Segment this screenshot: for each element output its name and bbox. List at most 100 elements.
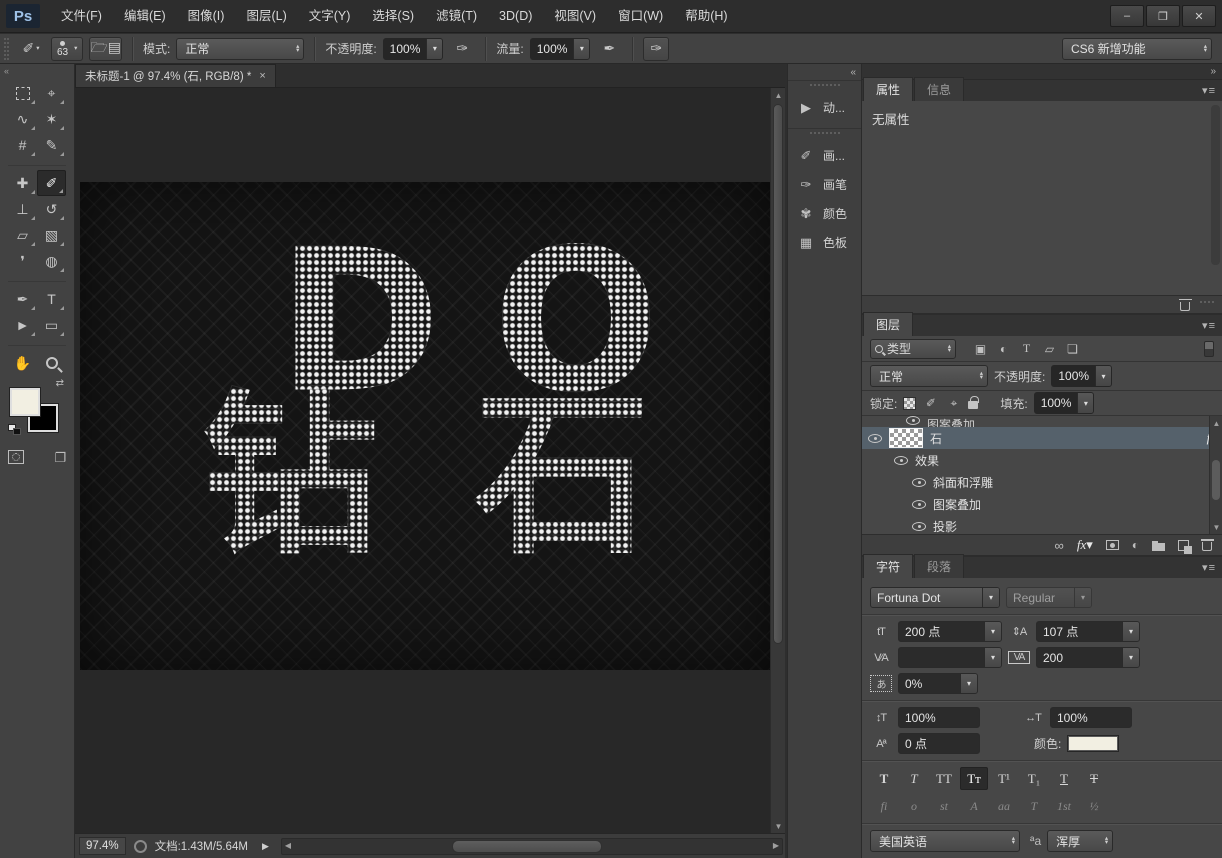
visibility-eye-icon[interactable] [912,522,926,531]
move-tool[interactable]: ⌖ [37,80,66,106]
filter-shape-layers-icon[interactable]: ▱ [1041,342,1058,356]
character-panel-menu-icon[interactable]: ▾≡ [1202,561,1216,574]
layer-effect-row-clipped[interactable]: 图案叠加 [862,416,1222,427]
menu-window[interactable]: 窗口(W) [607,0,674,33]
contextual-alternates-button[interactable]: o [900,796,928,817]
color-panel-button[interactable]: ✾ 颜色 [788,199,861,228]
airbrush-icon[interactable]: ✒ [596,37,622,61]
layer-opacity-field[interactable]: 100%▾ [1051,365,1112,387]
tsume-field[interactable]: 0%▾ [898,673,978,694]
layers-scrollbar[interactable]: ▲ ▼ [1209,416,1222,534]
lock-position-icon[interactable]: ⌖ [945,396,962,411]
effect-row-bevel[interactable]: 斜面和浮雕 [862,471,1222,493]
shape-tool[interactable]: ▭ [37,312,66,338]
menu-image[interactable]: 图像(I) [177,0,236,33]
default-colors-icon[interactable] [8,424,22,436]
dock-grip[interactable] [810,132,840,139]
horizontal-scrollbar[interactable]: ◀ ▶ [281,838,783,855]
font-family-select[interactable]: Fortuna Dot▾ [870,587,1000,608]
tab-info[interactable]: 信息 [914,77,964,101]
spot-healing-brush-tool[interactable]: ✚ [8,170,37,196]
menu-view[interactable]: 视图(V) [543,0,607,33]
stylistic-alternates-button[interactable]: aa [990,796,1018,817]
menu-filter[interactable]: 滤镜(T) [425,0,488,33]
scroll-left-arrow[interactable]: ◀ [285,841,291,850]
swap-colors-icon[interactable]: ⇄ [56,378,64,389]
delete-icon[interactable] [1180,302,1190,311]
tracking-field[interactable]: 200▾ [1036,647,1140,668]
font-size-field[interactable]: 200 点▾ [898,621,1002,642]
brush-tool[interactable]: ✐ [37,170,66,196]
vertical-scrollbar[interactable]: ▲ ▼ [770,88,785,833]
horizontal-scale-field[interactable]: 100% [1050,707,1132,728]
visibility-eye-icon[interactable] [894,456,908,465]
minimize-button[interactable]: – [1110,5,1144,27]
visibility-eye-icon[interactable] [912,500,926,509]
flow-field[interactable]: 100%▾ [530,38,591,60]
rectangular-marquee-tool[interactable] [8,80,37,106]
effects-header-row[interactable]: 效果 [862,449,1222,471]
menu-help[interactable]: 帮助(H) [674,0,738,33]
vertical-scroll-thumb[interactable] [773,104,783,644]
status-popup-arrow[interactable]: ▶ [258,841,273,852]
opacity-pressure-icon[interactable]: ✑ [449,37,475,61]
menu-type[interactable]: 文字(Y) [298,0,362,33]
restore-button[interactable]: ❐ [1146,5,1180,27]
panel-menu-icon[interactable]: ▾≡ [1202,84,1216,97]
discretionary-ligatures-button[interactable]: st [930,796,958,817]
dock-collapse-button[interactable]: « [788,64,861,80]
dock-grip[interactable] [810,84,840,91]
swatches-panel-button[interactable]: ▦ 色板 [788,228,861,257]
filter-smart-objects-icon[interactable]: ❏ [1064,342,1081,356]
toggle-brush-panel-button[interactable]: 🗁︎▤ [89,37,122,61]
quick-mask-button[interactable] [8,450,24,464]
pen-tool[interactable]: ✒ [8,286,37,312]
tool-preset-picker[interactable]: ✐▾ [19,37,45,61]
history-brush-tool[interactable]: ↺ [37,196,66,222]
path-selection-tool[interactable]: ► [8,312,37,338]
visibility-eye-icon[interactable] [912,478,926,487]
titling-alternates-button[interactable]: T [1020,796,1048,817]
delete-layer-icon[interactable] [1202,542,1212,551]
dodge-tool[interactable]: ◍ [37,248,66,274]
visibility-eye-icon[interactable] [906,416,920,425]
small-caps-button[interactable]: Tᴛ [960,767,988,790]
scroll-up-arrow[interactable]: ▲ [771,88,785,102]
eraser-tool[interactable]: ▱ [8,222,37,248]
faux-italic-button[interactable]: T [900,767,928,790]
tab-properties[interactable]: 属性 [863,77,913,101]
subscript-button[interactable]: T₁ [1020,767,1048,790]
document-tab[interactable]: 未标题-1 @ 97.4% (石, RGB/8) * × [75,64,276,87]
foreground-color-swatch[interactable] [10,388,40,416]
scroll-right-arrow[interactable]: ▶ [773,841,779,850]
lock-transparency-icon[interactable] [903,397,916,410]
new-adjustment-layer-icon[interactable]: ◐ [1132,538,1139,552]
new-layer-icon[interactable] [1178,540,1189,551]
add-layer-style-icon[interactable]: fx▾ [1077,537,1093,553]
filter-pixel-layers-icon[interactable]: ▣ [972,342,989,356]
menu-select[interactable]: 选择(S) [361,0,425,33]
visibility-eye-icon[interactable] [868,434,882,443]
menu-file[interactable]: 文件(F) [50,0,113,33]
horizontal-scroll-thumb[interactable] [452,840,602,853]
menu-3d[interactable]: 3D(D) [488,0,543,33]
size-pressure-icon[interactable]: ✑ [643,37,669,61]
lock-all-icon[interactable] [968,401,978,409]
ordinals-button[interactable]: 1st [1050,796,1078,817]
tools-collapse-button[interactable]: « [0,64,74,80]
quick-selection-tool[interactable]: ✶ [37,106,66,132]
faux-bold-button[interactable]: T [870,767,898,790]
blend-mode-select[interactable]: 正常▴▾ [176,38,304,60]
layer-fill-field[interactable]: 100%▾ [1034,392,1095,414]
brush-preset-picker[interactable]: 63 ▾ [51,37,83,61]
screen-mode-button[interactable]: ❐ [54,450,66,466]
clone-stamp-tool[interactable]: ⊥ [8,196,37,222]
zoom-tool[interactable] [37,350,66,376]
vertical-scale-field[interactable]: 100% [898,707,980,728]
scroll-down-arrow[interactable]: ▼ [1210,520,1222,534]
strikethrough-button[interactable]: T [1080,767,1108,790]
canvas-viewport[interactable]: DO 钻石 ▲ ▼ [75,88,785,833]
effect-row-pattern-overlay[interactable]: 图案叠加 [862,493,1222,515]
workspace-select[interactable]: CS6 新增功能▴▾ [1062,38,1212,60]
type-tool[interactable]: T [37,286,66,312]
